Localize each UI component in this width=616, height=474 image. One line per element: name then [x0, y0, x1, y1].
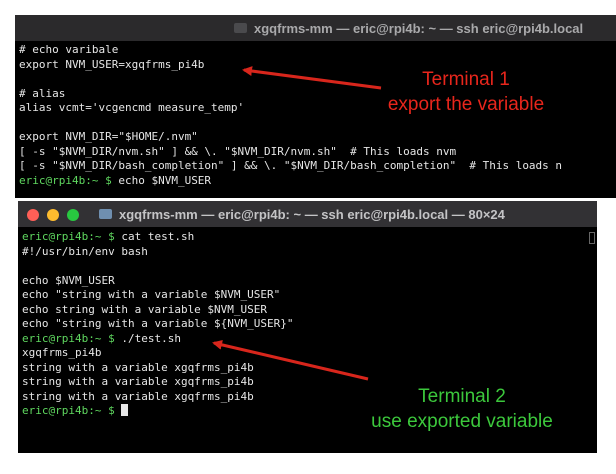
arrow-to-test-run	[212, 339, 369, 381]
annotation-arrows	[212, 66, 382, 381]
arrow-to-export	[242, 66, 382, 90]
